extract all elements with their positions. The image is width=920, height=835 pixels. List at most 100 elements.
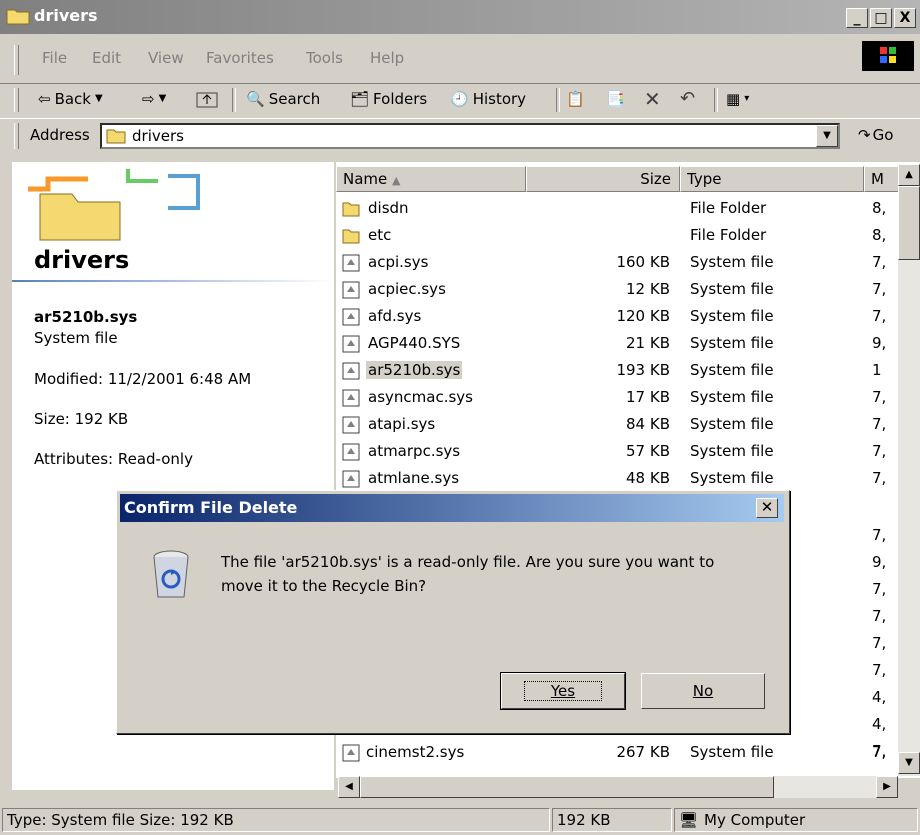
move-to-icon: 📋	[566, 90, 585, 108]
scroll-down-button[interactable]: ▼	[898, 752, 920, 774]
menu-help[interactable]: Help	[370, 49, 404, 67]
menu-view[interactable]: View	[148, 49, 184, 67]
system-file-icon	[342, 281, 360, 299]
menu-bar: File Edit View Favorites Tools Help	[0, 37, 920, 84]
list-item[interactable]: atmarpc.sys 57 KB System file 7,	[336, 439, 920, 466]
undo-button[interactable]: ↶	[680, 88, 695, 110]
forward-arrow-icon: ⇨	[142, 90, 155, 108]
history-button[interactable]: 🕘 History	[450, 88, 526, 110]
list-item[interactable]: ar5210b.sys 193 KB System file 1	[336, 358, 920, 385]
address-bar: Address drivers ▼ ↷ Go	[0, 118, 920, 155]
hscroll-thumb[interactable]	[360, 776, 774, 798]
list-item[interactable]: cinemst2.sys 267 KB System file 7,	[336, 740, 920, 767]
dialog-close-button[interactable]: ✕	[756, 498, 778, 518]
modified-cell: 9,	[872, 553, 887, 571]
move-to-button[interactable]: 📋	[566, 88, 585, 110]
folders-button[interactable]: 🗂 Folders	[350, 88, 427, 110]
dialog-title-bar[interactable]: Confirm File Delete ✕	[120, 494, 784, 522]
selected-file-type: System file	[34, 329, 118, 347]
column-header-name[interactable]: Name ▲	[336, 166, 526, 192]
address-input[interactable]: drivers	[100, 123, 840, 149]
list-item[interactable]: atmlane.sys 48 KB System file 7,	[336, 466, 920, 493]
up-folder-button[interactable]	[196, 88, 218, 110]
status-bar: Type: System file Size: 192 KB 192 KB 🖥 M…	[0, 806, 920, 835]
scroll-up-button[interactable]: ▲	[898, 164, 920, 186]
modified-cell: 7,	[872, 661, 887, 679]
status-zone: 🖥 My Computer	[674, 808, 918, 832]
search-icon: 🔍	[246, 90, 265, 108]
system-file-icon	[342, 254, 360, 272]
chevron-down-icon: ▼	[823, 130, 831, 141]
column-header-size[interactable]: Size	[526, 166, 680, 192]
folder-icon	[342, 229, 360, 244]
system-file-icon	[342, 308, 360, 326]
go-arrow-icon: ↷	[858, 126, 871, 144]
system-file-icon	[342, 335, 360, 353]
menu-tools[interactable]: Tools	[306, 49, 343, 67]
recycle-bin-icon	[153, 550, 189, 598]
system-file-icon	[342, 470, 360, 488]
chevron-down-icon: ▼	[95, 93, 103, 104]
address-dropdown-button[interactable]: ▼	[816, 125, 838, 147]
arrow-right-icon: ▶	[883, 781, 891, 792]
dialog-title: Confirm File Delete	[124, 498, 298, 517]
title-bar[interactable]: drivers _ □ X	[0, 0, 920, 34]
scroll-thumb[interactable]	[898, 186, 920, 260]
go-button[interactable]: ↷ Go	[858, 126, 893, 144]
window-title: drivers	[34, 6, 98, 25]
yes-button[interactable]: Yes	[500, 672, 626, 710]
close-icon: ✕	[760, 498, 774, 516]
vertical-scrollbar[interactable]: ▲ ▼	[898, 164, 920, 776]
folder-banner-icon	[28, 169, 200, 241]
system-file-icon	[342, 744, 360, 762]
back-button[interactable]: ⇦ Back ▼	[38, 88, 103, 110]
menu-edit[interactable]: Edit	[92, 49, 121, 67]
forward-button[interactable]: ⇨ ▼	[142, 88, 166, 110]
system-file-icon	[342, 389, 360, 407]
modified-cell: 7,	[872, 526, 887, 544]
column-header-type[interactable]: Type	[680, 166, 864, 192]
toolbar: ⇦ Back ▼ ⇨ ▼ 🔍 Search 🗂 Folders 🕘 History 📋 📑 …	[0, 86, 920, 114]
sort-arrow-icon: ▲	[392, 174, 401, 187]
modified-cell: 4,	[872, 688, 887, 706]
windows-logo-icon	[862, 41, 914, 71]
menu-file[interactable]: File	[42, 49, 67, 67]
system-file-icon	[342, 416, 360, 434]
minimize-button[interactable]: _	[846, 8, 868, 28]
folders-icon: 🗂	[350, 90, 370, 108]
delete-button[interactable]: ✕	[644, 88, 661, 110]
up-folder-icon	[196, 92, 218, 108]
list-item[interactable]: atapi.sys 84 KB System file 7,	[336, 412, 920, 439]
list-item[interactable]: AGP440.SYS 21 KB System file 9,	[336, 331, 920, 358]
delete-x-icon: ✕	[644, 87, 661, 111]
list-item[interactable]: etc File Folder 8,	[336, 223, 920, 250]
modified-date: Modified: 11/2/2001 6:48 AM	[34, 370, 252, 388]
search-button[interactable]: 🔍 Search	[246, 88, 320, 110]
system-file-icon	[342, 443, 360, 461]
horizontal-scrollbar[interactable]: ◀ ▶	[338, 776, 898, 798]
maximize-button[interactable]: □	[870, 8, 892, 28]
list-item[interactable]: acpiec.sys 12 KB System file 7,	[336, 277, 920, 304]
selected-file-name: ar5210b.sys	[34, 308, 138, 326]
modified-cell: 7,	[872, 634, 887, 652]
list-item[interactable]: asyncmac.sys 17 KB System file 7,	[336, 385, 920, 412]
scroll-right-button[interactable]: ▶	[876, 776, 898, 798]
copy-to-icon: 📑	[606, 90, 625, 108]
dialog-message-line2: move it to the Recycle Bin?	[221, 577, 427, 595]
dialog-message-line1: The file 'ar5210b.sys' is a read-only fi…	[221, 553, 715, 571]
no-button[interactable]: No	[641, 673, 765, 709]
copy-to-button[interactable]: 📑	[606, 88, 625, 110]
scroll-left-button[interactable]: ◀	[338, 776, 360, 798]
file-size: Size: 192 KB	[34, 410, 129, 428]
arrow-left-icon: ◀	[345, 781, 353, 792]
chevron-down-icon: ▾	[744, 93, 750, 104]
list-item[interactable]: disdn File Folder 8,	[336, 196, 920, 223]
modified-cell: 7,	[872, 607, 887, 625]
menu-favorites[interactable]: Favorites	[206, 49, 274, 67]
modified-cell: 7,	[872, 580, 887, 598]
list-item[interactable]: acpi.sys 160 KB System file 7,	[336, 250, 920, 277]
close-button[interactable]: X	[894, 8, 916, 28]
list-item[interactable]: afd.sys 120 KB System file 7,	[336, 304, 920, 331]
back-arrow-icon: ⇦	[38, 90, 51, 108]
views-button[interactable]: ▦ ▾	[726, 88, 749, 110]
